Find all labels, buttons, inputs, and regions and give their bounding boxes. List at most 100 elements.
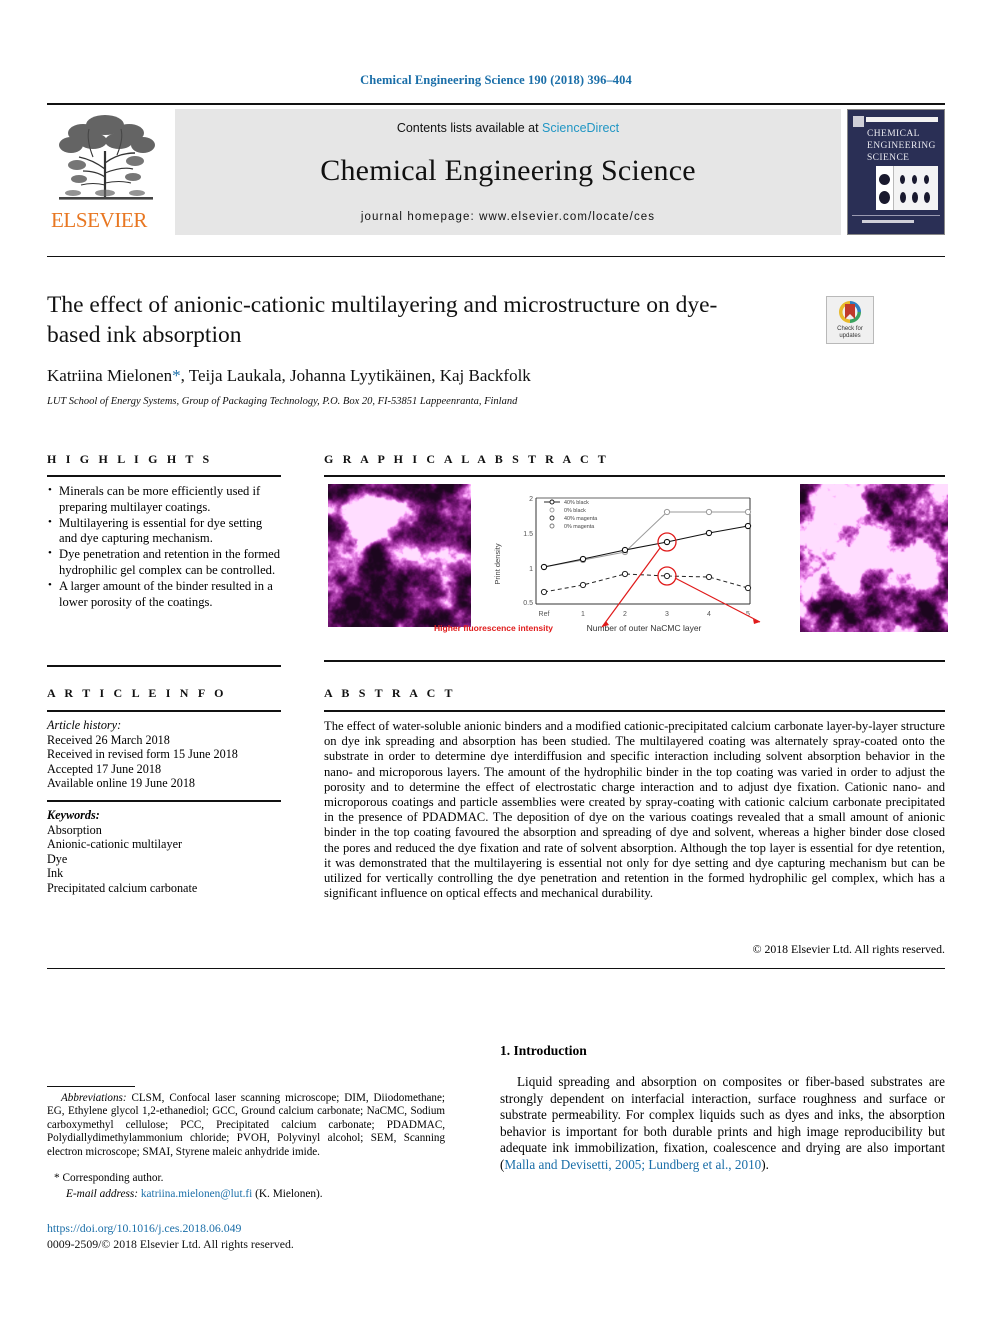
affiliation: LUT School of Energy Systems, Group of P…: [47, 396, 518, 407]
svg-text:1: 1: [581, 611, 585, 618]
journal-masthead: ELSEVIER Contents lists available at Sci…: [47, 103, 945, 235]
abstract-copyright: © 2018 Elsevier Ltd. All rights reserved…: [752, 942, 945, 956]
journal-homepage-link[interactable]: journal homepage: www.elsevier.com/locat…: [175, 211, 841, 223]
contents-prefix: Contents lists available at: [396, 121, 543, 135]
graphical-abstract-divider: [324, 475, 945, 477]
keyword-item: Precipitated calcium carbonate: [47, 880, 198, 895]
keyword-item: Anionic-cationic multilayer: [47, 837, 183, 852]
cover-title-line-2: ENGINEERING: [867, 141, 936, 151]
abbreviations-note: Abbreviations: CLSM, Confocal laser scan…: [47, 1092, 445, 1159]
author-rest: , Teija Laukala, Johanna Lyytikäinen, Ka…: [180, 366, 531, 385]
keyword-item: Ink: [47, 866, 64, 881]
list-item: A larger amount of the binder resulted i…: [48, 578, 283, 610]
abstract-heading: A B S T R A C T: [324, 686, 456, 700]
graphical-abstract-figure: 2 1.5 1 0.5 Ref 1 2 3 4 5 Print density …: [324, 484, 948, 639]
abstract-divider: [324, 710, 945, 712]
legend-label-3: 0% magenta: [564, 524, 594, 530]
graphical-abstract-bottom-divider: [324, 660, 945, 662]
author-list: Katriina Mielonen*, Teija Laukala, Johan…: [47, 366, 807, 386]
svg-text:Ref: Ref: [539, 611, 550, 618]
highlights-list: Minerals can be more efficiently used if…: [47, 483, 283, 610]
crossmark-label-line1: Check for: [837, 326, 863, 332]
corresponding-author-marker: *: [172, 366, 181, 385]
journal-title: Chemical Engineering Science: [320, 154, 696, 187]
sciencedirect-link[interactable]: ScienceDirect: [542, 121, 619, 135]
cover-title-line-3: SCIENCE: [867, 153, 910, 163]
keyword-item: Absorption: [47, 822, 102, 837]
legend-label-0: 40% black: [564, 500, 589, 506]
crossmark-label: Check for updates: [827, 326, 873, 340]
citation-link[interactable]: Malla and Devisetti, 2005; Lundberg et a…: [504, 1157, 761, 1172]
legend-label-1: 0% black: [564, 508, 586, 514]
svg-text:2: 2: [623, 611, 627, 618]
running-head: Chemical Engineering Science 190 (2018) …: [360, 73, 632, 87]
elsevier-tree-icon: [59, 115, 155, 200]
check-for-updates-badge[interactable]: Check for updates: [826, 296, 874, 344]
legend-label-2: 40% magenta: [564, 516, 597, 522]
cover-title: CHEMICAL ENGINEERING SCIENCE: [867, 128, 936, 164]
introduction-heading: 1. Introduction: [500, 1043, 587, 1058]
footnote-divider: [47, 1086, 135, 1087]
abstract-bottom-divider: [47, 968, 945, 969]
svg-text:4: 4: [707, 611, 711, 618]
crossmark-icon: [839, 301, 861, 323]
article-history-item: Received in revised form 15 June 2018: [47, 747, 238, 762]
chart-ylabel: Print density: [493, 543, 502, 585]
article-info-heading: A R T I C L E I N F O: [47, 686, 227, 700]
abbreviations-label: Abbreviations:: [61, 1092, 127, 1104]
doi-link[interactable]: https://doi.org/10.1016/j.ces.2018.06.04…: [47, 1221, 241, 1236]
keywords-divider: [47, 800, 281, 802]
article-history-item: Received 26 March 2018: [47, 732, 170, 747]
svg-text:2: 2: [529, 496, 533, 503]
article-info-divider: [47, 710, 281, 712]
introduction-paragraph: Liquid spreading and absorption on compo…: [500, 1074, 945, 1173]
cover-emblem-icon: [853, 116, 864, 127]
list-item: Minerals can be more efficiently used if…: [48, 483, 283, 515]
print-density-chart: 2 1.5 1 0.5 Ref 1 2 3 4 5 Print density …: [493, 496, 761, 633]
highlights-heading: H I G H L I G H T S: [47, 452, 213, 466]
paper-page: Chemical Engineering Science 190 (2018) …: [0, 0, 992, 1323]
cover-top-bar: [866, 117, 938, 122]
abstract-body: The effect of water-soluble anionic bind…: [324, 719, 945, 901]
elsevier-logo: ELSEVIER: [47, 109, 169, 235]
contents-lists-line: Contents lists available at ScienceDirec…: [175, 121, 841, 135]
keywords-section: Keywords: Absorption Anionic-cationic mu…: [47, 808, 283, 896]
journal-band: Contents lists available at ScienceDirec…: [175, 109, 841, 235]
svg-text:3: 3: [665, 611, 669, 618]
journal-cover-thumbnail[interactable]: CHEMICAL ENGINEERING SCIENCE: [847, 109, 945, 235]
article-history: Article history: Received 26 March 2018 …: [47, 718, 283, 791]
article-history-label: Article history:: [47, 718, 122, 732]
article-history-item: Accepted 17 June 2018: [47, 761, 162, 776]
page-title: The effect of anionic-cationic multilaye…: [47, 292, 718, 348]
list-item: Multilayering is essential for dye setti…: [48, 515, 283, 547]
highlights-bottom-divider: [47, 665, 281, 667]
svg-text:1.5: 1.5: [523, 531, 533, 538]
issn-copyright: 0009-2509/© 2018 Elsevier Ltd. All right…: [47, 1237, 294, 1251]
cover-divider: [852, 215, 940, 216]
graphical-abstract-caption: Higher fluorescence intensity: [434, 623, 554, 633]
highlights-divider: [47, 475, 281, 477]
highlights-section: Minerals can be more efficiently used if…: [47, 483, 283, 611]
svg-text:1: 1: [529, 566, 533, 573]
cover-title-line-1: CHEMICAL: [867, 129, 920, 139]
article-history-item: Available online 19 June 2018: [47, 776, 196, 791]
email-label: E-mail address:: [66, 1188, 139, 1200]
keywords-label: Keywords:: [47, 808, 100, 822]
clsm-micrograph-right: [800, 484, 948, 632]
keyword-item: Dye: [47, 851, 68, 866]
cover-bottom-bar: [862, 220, 914, 223]
email-link[interactable]: katriina.mielonen@lut.fi: [141, 1188, 252, 1200]
clsm-micrograph-left: [328, 484, 471, 627]
graphical-abstract-heading: G R A P H I C A L A B S T R A C T: [324, 452, 610, 466]
crossmark-label-line2: updates: [839, 333, 861, 339]
svg-text:0.5: 0.5: [523, 600, 533, 607]
intro-text-end: ).: [761, 1156, 769, 1172]
title-divider: [47, 256, 945, 257]
author-first: Katriina Mielonen: [47, 366, 173, 385]
list-item: Dye penetration and retention in the for…: [48, 546, 283, 578]
corresponding-author-note: * Corresponding author.: [54, 1172, 164, 1184]
elsevier-wordmark: ELSEVIER: [51, 208, 147, 232]
email-note: E-mail address: katriina.mielonen@lut.fi…: [66, 1188, 464, 1200]
email-suffix: (K. Mielonen).: [252, 1188, 323, 1200]
cover-artwork: [876, 166, 938, 210]
